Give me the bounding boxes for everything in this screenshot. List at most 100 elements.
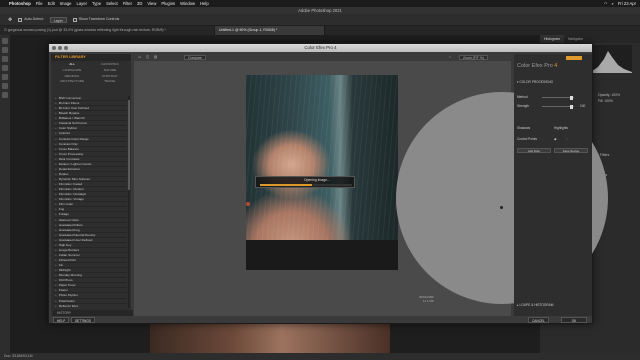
expand-icon[interactable]: + <box>55 111 57 115</box>
expand-icon[interactable]: + <box>55 268 57 272</box>
eraser-tool-button[interactable] <box>2 83 8 89</box>
tab-histogram[interactable]: Histogram <box>540 35 564 43</box>
transform-controls-checkbox[interactable]: Show Transform Controls <box>72 17 119 22</box>
expand-icon[interactable]: + <box>55 258 57 262</box>
expand-icon[interactable]: + <box>55 162 57 166</box>
ok-button[interactable]: OK <box>561 317 587 323</box>
category-architecture[interactable]: ARCHITECTURE <box>53 79 91 85</box>
help-button[interactable]: HELP <box>53 317 70 323</box>
expand-icon[interactable]: + <box>55 197 57 201</box>
brush-tool-button[interactable] <box>2 74 8 80</box>
expand-icon[interactable]: + <box>55 131 57 135</box>
menubar-clock[interactable]: Fri 23 Apr <box>618 1 636 6</box>
color-processing-section[interactable]: ▾ COLOR PROCESSING <box>517 80 553 84</box>
category-travel[interactable]: TRAVEL <box>91 79 129 85</box>
menu-3d[interactable]: 3D <box>137 1 142 6</box>
expand-icon[interactable]: + <box>55 116 57 120</box>
menu-window[interactable]: Window <box>180 1 195 6</box>
expand-icon[interactable]: + <box>55 253 57 257</box>
menu-view[interactable]: View <box>147 1 156 6</box>
expand-icon[interactable]: + <box>55 263 57 267</box>
menu-filter[interactable]: Filter <box>123 1 132 6</box>
move-tool-button[interactable] <box>2 38 8 44</box>
move-tool-icon[interactable]: ✥ <box>8 17 12 23</box>
search-icon[interactable]: ⌕ <box>611 1 613 6</box>
crop-tool-button[interactable] <box>2 65 8 71</box>
cancel-button[interactable]: CANCEL <box>528 317 549 323</box>
filter-list-scroll-thumb[interactable] <box>128 100 130 190</box>
auto-select-checkbox[interactable]: Auto-Select: <box>18 17 44 22</box>
settings-button[interactable]: SETTINGS <box>71 317 95 323</box>
expand-icon[interactable]: + <box>55 172 57 176</box>
method-slider[interactable] <box>542 95 574 100</box>
expand-icon[interactable]: + <box>55 304 57 308</box>
menubar-app-name[interactable]: Photoshop <box>9 1 31 6</box>
marquee-tool-button[interactable] <box>2 47 8 53</box>
menu-type[interactable]: Type <box>92 1 101 6</box>
expand-icon[interactable]: + <box>55 157 57 161</box>
expand-icon[interactable]: + <box>55 207 57 211</box>
zoom-select[interactable]: Zoom (FIT %) <box>459 55 488 60</box>
expand-icon[interactable]: + <box>55 283 57 287</box>
expand-icon[interactable]: + <box>55 101 57 105</box>
expand-icon[interactable]: + <box>55 152 57 156</box>
expand-icon[interactable]: + <box>55 212 57 216</box>
expand-icon[interactable]: + <box>55 177 57 181</box>
expand-icon[interactable]: + <box>55 228 57 232</box>
menu-layer[interactable]: Layer <box>76 1 86 6</box>
method-slider-knob[interactable] <box>570 95 573 100</box>
lasso-tool-button[interactable] <box>2 56 8 62</box>
filter-list-scrollbar[interactable] <box>128 96 130 308</box>
remove-control-point-icon[interactable]: ◌ <box>566 137 568 141</box>
expand-icon[interactable]: + <box>55 273 57 277</box>
side-by-side-icon[interactable]: ▥ <box>154 54 157 61</box>
loupe-histogram-toggle[interactable]: ▸ LOUPE & HISTOGRAM <box>517 303 553 307</box>
expand-icon[interactable]: + <box>55 192 57 196</box>
preview-image[interactable]: Opening image... <box>246 75 398 270</box>
expand-icon[interactable]: + <box>55 167 57 171</box>
compare-button[interactable]: Compare <box>184 55 206 60</box>
strength-slider[interactable] <box>542 104 574 109</box>
auto-select-dropdown[interactable]: Layer <box>49 16 67 23</box>
expand-icon[interactable]: + <box>55 288 57 292</box>
expand-icon[interactable]: + <box>55 278 57 282</box>
expand-icon[interactable]: + <box>55 218 57 222</box>
expand-icon[interactable]: + <box>55 182 57 186</box>
expand-icon[interactable]: + <box>55 202 57 206</box>
menu-edit[interactable]: Edit <box>48 1 55 6</box>
expand-icon[interactable]: + <box>55 299 57 303</box>
type-tool-button[interactable] <box>2 92 8 98</box>
expand-icon[interactable]: + <box>55 137 57 141</box>
expand-icon[interactable]: + <box>55 293 57 297</box>
expand-icon[interactable]: + <box>55 223 57 227</box>
expand-icon[interactable]: + <box>55 243 57 247</box>
expand-icon[interactable]: + <box>55 96 57 100</box>
add-filter-button[interactable]: Add Filter <box>517 148 551 153</box>
add-control-point-icon[interactable]: ◉ <box>554 137 557 141</box>
strength-slider-knob[interactable] <box>570 104 573 109</box>
expand-icon[interactable]: + <box>55 248 57 252</box>
fill-readout[interactable]: Fill: 100% <box>598 99 613 103</box>
filter-list-item[interactable]: + Reflector Efex <box>53 304 127 308</box>
menu-image[interactable]: Image <box>60 1 72 6</box>
menu-file[interactable]: File <box>36 1 43 6</box>
expand-icon[interactable]: + <box>55 142 57 146</box>
expand-icon[interactable]: + <box>55 121 57 125</box>
opacity-readout[interactable]: Opacity: 100% <box>598 93 620 97</box>
tab-navigator[interactable]: Navigator <box>564 35 587 43</box>
expand-icon[interactable]: + <box>55 233 57 237</box>
zoom-window-icon[interactable] <box>64 46 68 50</box>
minimize-window-icon[interactable] <box>58 46 62 50</box>
close-window-icon[interactable] <box>52 46 56 50</box>
split-view-icon[interactable]: ◫ <box>146 54 149 61</box>
expand-icon[interactable]: + <box>55 126 57 130</box>
menu-select[interactable]: Select <box>106 1 118 6</box>
save-recipe-button[interactable]: Save Recipe <box>554 148 588 153</box>
menu-help[interactable]: Help <box>200 1 209 6</box>
expand-icon[interactable]: + <box>55 187 57 191</box>
expand-icon[interactable]: + <box>55 106 57 110</box>
expand-icon[interactable]: + <box>55 238 57 242</box>
doc-tab-gorgeous-woman[interactable]: G gorgeous woman posing (1).psd @ 33,4% … <box>0 26 215 35</box>
single-view-icon[interactable]: ▭ <box>138 54 141 61</box>
wifi-icon[interactable]: ◠ <box>604 1 608 6</box>
